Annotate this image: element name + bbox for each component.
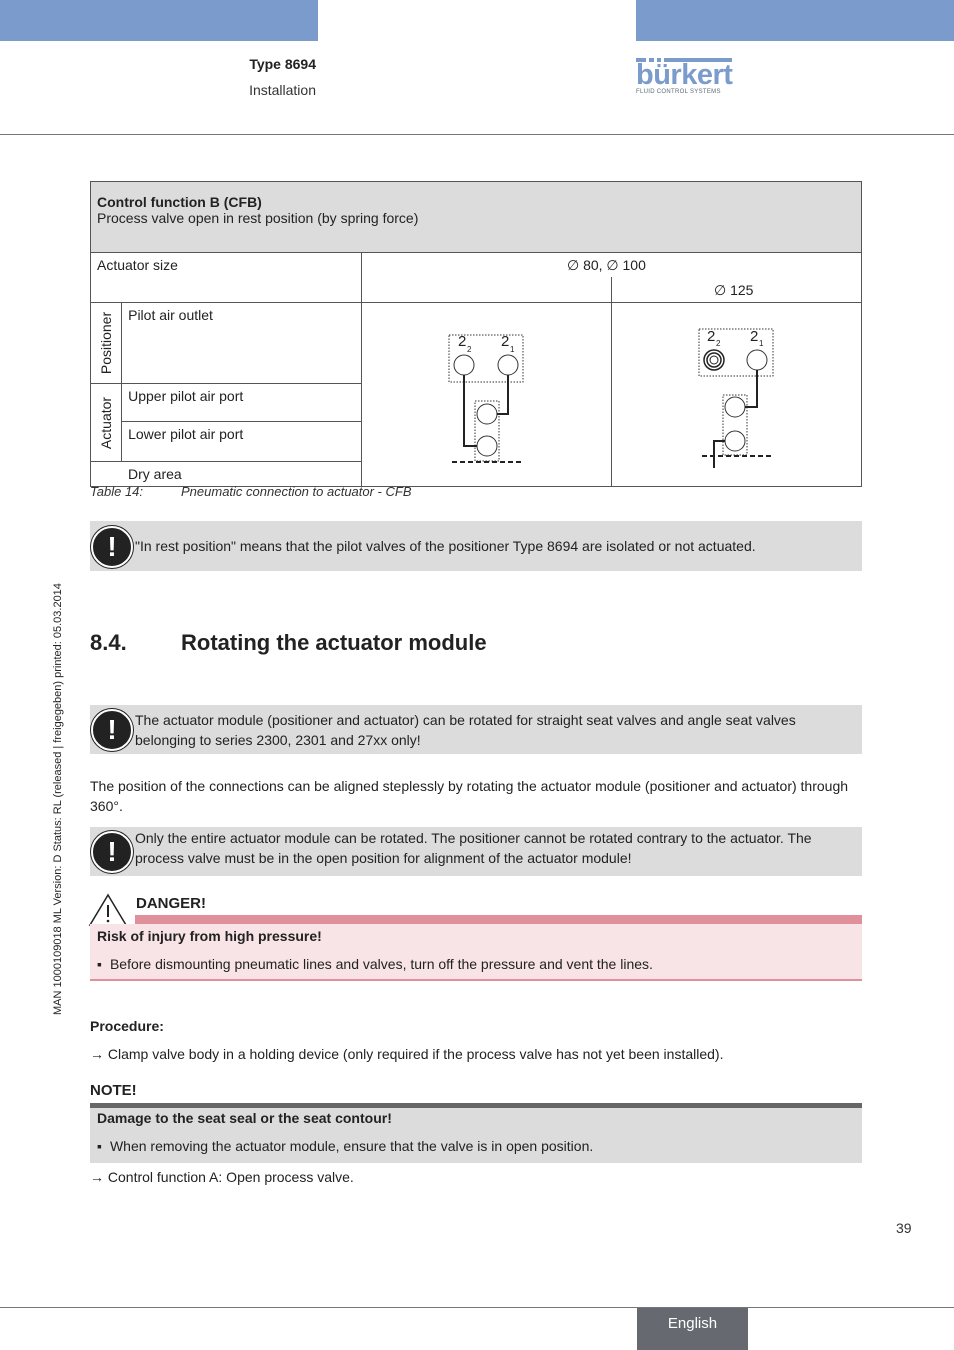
procedure-step-1: → Clamp valve body in a holding device (… xyxy=(90,1046,724,1062)
note-rest-position: ! "In rest position" means that the pilo… xyxy=(90,521,862,571)
doc-section: Installation xyxy=(249,82,316,98)
danger-bar xyxy=(135,915,862,924)
table-subtitle: Process valve open in rest position (by … xyxy=(97,210,419,226)
pilot-outlet-21 xyxy=(746,349,768,371)
connection-diagram-small: 2 2 2 1 xyxy=(448,333,524,463)
procedure-step-2: → Control function A: Open process valve… xyxy=(90,1169,354,1185)
diagram-80-100: 2 2 2 1 xyxy=(361,302,612,487)
note-text: Only the entire actuator module can be r… xyxy=(135,830,812,866)
doc-type: Type 8694 xyxy=(249,56,316,72)
actuator-size-label: Actuator size xyxy=(97,257,178,273)
port-label-22: 2 xyxy=(458,333,466,350)
upper-pilot-port xyxy=(476,403,498,425)
logo-word: bürkert xyxy=(636,59,733,91)
port-label-22: 2 xyxy=(707,328,715,345)
table-title: Control function B (CFB) xyxy=(97,194,262,210)
size-125: ∅ 125 xyxy=(714,282,754,298)
group-positioner: Positioner xyxy=(89,302,123,384)
brand-logo: bürkert FLUID CONTROL SYSTEMS xyxy=(636,58,733,95)
language-tab: English xyxy=(637,1308,748,1350)
upper-pilot-port xyxy=(724,396,746,418)
lower-pilot-port xyxy=(476,435,498,457)
exclamation-icon: ! xyxy=(91,831,133,873)
danger-box: Risk of injury from high pressure! ▪ Befo… xyxy=(90,924,862,980)
footer-divider xyxy=(0,1307,954,1308)
pilot-outlet-21 xyxy=(497,354,519,376)
note-rotate-series: ! The actuator module (positioner and ac… xyxy=(90,705,862,754)
port-label-21: 2 xyxy=(750,328,758,345)
line-22-lower xyxy=(463,375,477,447)
danger-label: DANGER! xyxy=(136,895,206,912)
document-metadata-sidebar: MAN 1000109018 ML Version: D Status: RL … xyxy=(52,583,64,1015)
caption-text: Pneumatic connection to actuator - CFB xyxy=(181,484,412,499)
section-intro: The position of the connections can be a… xyxy=(90,778,849,814)
page-number: 39 xyxy=(896,1220,912,1236)
connection-diagram-large: 2 2 2 1 xyxy=(698,328,774,468)
section-heading: 8.4. Rotating the actuator module xyxy=(90,630,487,656)
procedure-label: Procedure: xyxy=(90,1018,164,1034)
port-label-21: 2 xyxy=(501,333,509,350)
note-box: Damage to the seat seal or the seat cont… xyxy=(90,1108,862,1163)
size-divider xyxy=(611,277,612,303)
note-label: NOTE! xyxy=(90,1082,137,1099)
lower-pilot-port xyxy=(724,430,746,452)
size-80-100: ∅ 80, ∅ 100 xyxy=(567,257,646,273)
note-bullet: ▪ When removing the actuator module, ensu… xyxy=(97,1138,594,1154)
row-pilot-outlet: Pilot air outlet xyxy=(121,302,362,384)
section-title: Rotating the actuator module xyxy=(181,630,487,655)
bullet-icon: ▪ xyxy=(97,956,102,972)
pilot-outlet-22 xyxy=(453,354,475,376)
danger-heading: Risk of injury from high pressure! xyxy=(97,928,322,944)
note-heading: Damage to the seat seal or the seat cont… xyxy=(97,1110,392,1126)
svg-text:2: 2 xyxy=(467,345,472,354)
svg-text:1: 1 xyxy=(759,339,764,348)
danger-bullet: ▪ Before dismounting pneumatic lines and … xyxy=(97,956,653,972)
exclamation-icon: ! xyxy=(91,526,133,568)
table-header: Control function B (CFB) Process valve o… xyxy=(90,181,862,253)
caption-number: Table 14: xyxy=(90,484,144,499)
header-band-left xyxy=(0,0,318,41)
svg-text:1: 1 xyxy=(510,345,515,354)
diagram-125: 2 2 2 1 xyxy=(611,302,862,487)
group-actuator: Actuator xyxy=(89,383,123,462)
table-caption: Table 14: Pneumatic connection to actuato… xyxy=(90,484,412,499)
header-divider xyxy=(0,134,954,135)
svg-text:2: 2 xyxy=(716,339,721,348)
pneumatic-connection-table: Control function B (CFB) Process valve o… xyxy=(89,181,862,487)
warning-triangle-icon xyxy=(88,893,128,926)
header-band-right xyxy=(636,0,954,41)
exclamation-icon: ! xyxy=(91,709,133,751)
row-dry-area: Dry area xyxy=(90,461,362,487)
logo-tagline: FLUID CONTROL SYSTEMS xyxy=(636,89,721,95)
row-upper-port: Upper pilot air port xyxy=(121,383,362,422)
note-entire-module: ! Only the entire actuator module can be… xyxy=(90,827,862,876)
danger-bottom-rule xyxy=(90,980,862,981)
note-text: "In rest position" means that the pilot … xyxy=(135,538,756,554)
row-lower-port: Lower pilot air port xyxy=(121,421,362,462)
section-number: 8.4. xyxy=(90,630,127,655)
actuator-size-label-cell: Actuator size xyxy=(90,252,362,303)
actuator-size-values: ∅ 80, ∅ 100 ∅ 125 xyxy=(361,252,862,303)
note-text: The actuator module (positioner and actu… xyxy=(135,712,796,748)
bullet-icon: ▪ xyxy=(97,1138,102,1154)
